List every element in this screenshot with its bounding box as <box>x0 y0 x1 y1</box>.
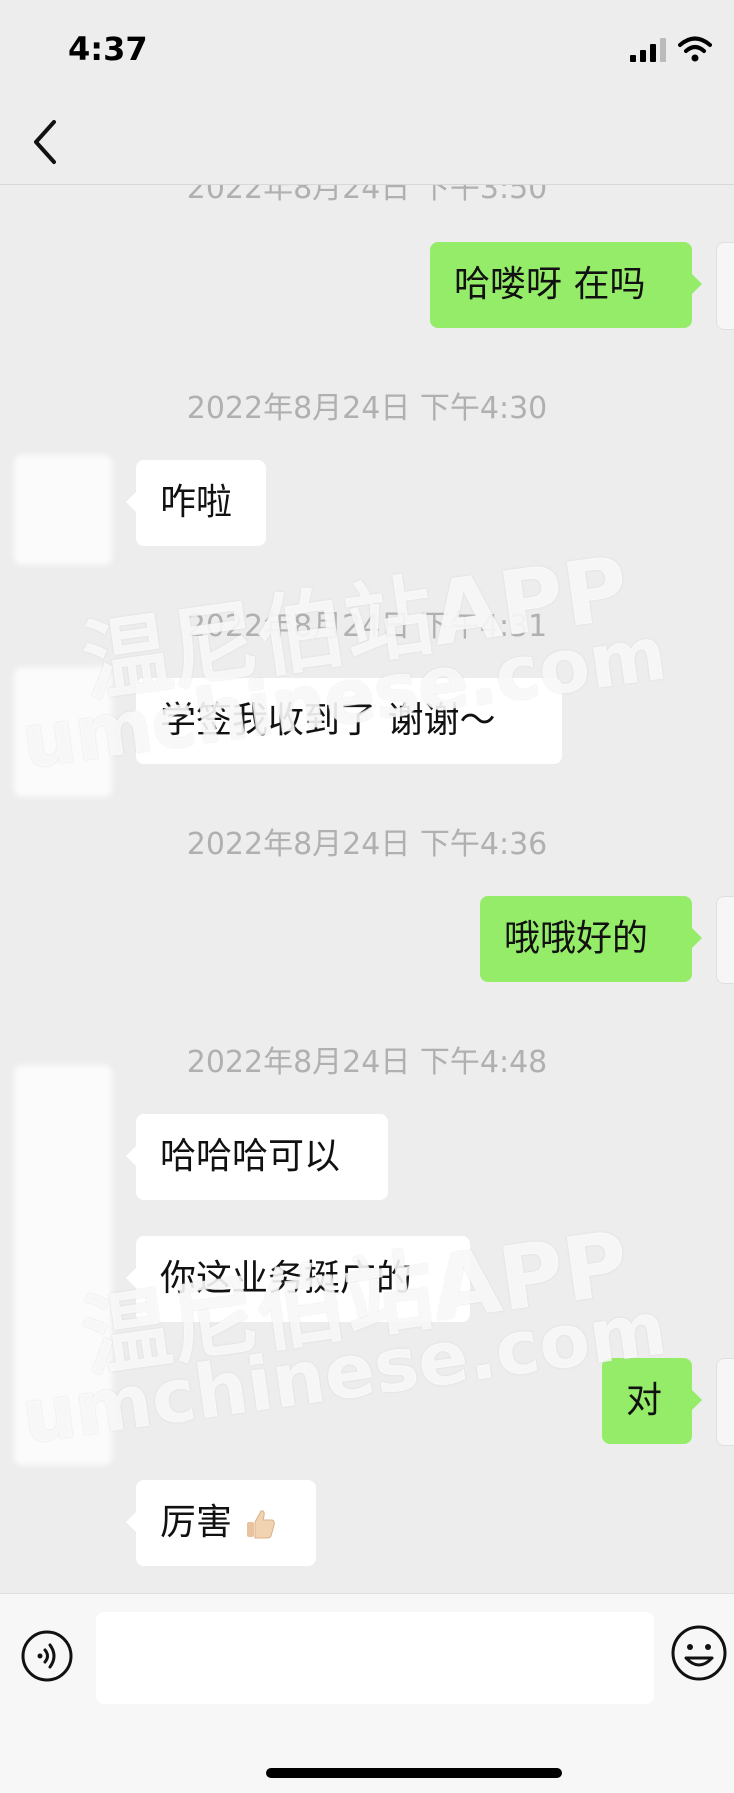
outgoing-message-bubble[interactable]: 哈喽呀 在吗 <box>430 242 702 328</box>
message-timestamp: 2022年8月24日 下午4:36 <box>186 827 548 862</box>
status-time: 4:37 <box>68 30 148 68</box>
signal-bars-icon <box>630 38 666 62</box>
message-text: 厉害 <box>160 1502 233 1543</box>
home-indicator[interactable] <box>266 1768 562 1778</box>
message-input-bar <box>0 1593 734 1793</box>
message-input[interactable] <box>96 1612 654 1704</box>
contact-avatar[interactable] <box>14 455 112 565</box>
emoji-icon[interactable] <box>670 1624 728 1682</box>
my-avatar[interactable] <box>716 242 734 330</box>
outgoing-message-bubble[interactable]: 哦哦好的 <box>480 896 702 982</box>
status-bar: 4:37 <box>0 0 734 100</box>
voice-icon[interactable] <box>20 1629 74 1683</box>
my-avatar[interactable] <box>716 896 734 984</box>
wifi-icon <box>678 36 712 62</box>
chevron-left-icon[interactable] <box>26 114 66 170</box>
status-icons <box>630 36 712 62</box>
message-list[interactable]: 2022年8月24日 下午3:50 哈喽呀 在吗 2022年8月24日 下午4:… <box>0 185 734 1593</box>
incoming-message-bubble[interactable]: 咋啦 <box>126 460 266 546</box>
incoming-message-bubble[interactable]: 厉害 <box>126 1480 316 1566</box>
thumbs-up-icon <box>247 1510 276 1539</box>
my-avatar[interactable] <box>716 1358 734 1446</box>
chat-header <box>0 100 734 185</box>
message-timestamp: 2022年8月24日 下午4:30 <box>186 391 548 426</box>
incoming-message-bubble[interactable]: 哈哈哈可以 <box>126 1114 388 1200</box>
message-timestamp: 2022年8月24日 下午3:50 <box>186 185 548 206</box>
